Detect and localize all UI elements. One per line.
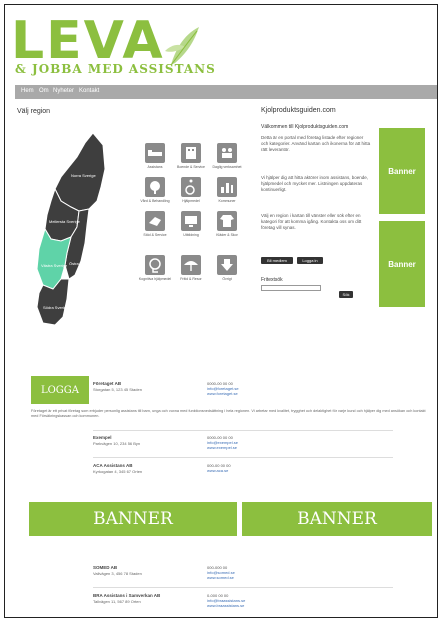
shirt-icon: [220, 215, 234, 227]
category-boende[interactable]: [181, 143, 201, 163]
category-label: Kläder & Skor: [216, 233, 238, 237]
misc-icon: [221, 259, 233, 271]
site-title: Kjolproduktsguiden.com: [261, 107, 336, 114]
intro-paragraph-2: Vi hjälper dig att hitta aktörer inom as…: [261, 175, 368, 192]
category-stod[interactable]: [145, 211, 165, 231]
category-utbildning[interactable]: [181, 211, 201, 231]
hand-icon: [149, 217, 161, 226]
sweden-map: Norra Sverige Mellersta Sverige Västra S…: [36, 132, 106, 326]
listing-web[interactable]: www.braassistans.se: [207, 603, 245, 608]
listing-contact: 000-000 00 info@somed.se www.somed.se: [207, 565, 235, 580]
listing-contact: 0000-00 00 00 info@exempel.se www.exempe…: [207, 435, 238, 450]
listing-logo-box: LOGGA: [31, 376, 89, 404]
search-input[interactable]: [261, 285, 321, 291]
page-frame: LEVA & JOBBA MED ASSISTANS Hem Om Nyhete…: [4, 4, 438, 618]
listing-contact: 000-00 00 00 www.aca.se: [207, 463, 231, 473]
listing-name[interactable]: BRA Assistans i Samverkan AB: [93, 593, 160, 598]
map-label-norra: Norra Sverige: [71, 173, 96, 178]
category-hjalpmedel[interactable]: [181, 177, 201, 197]
category-vard[interactable]: [145, 177, 165, 197]
head-icon: [149, 258, 161, 273]
listing-divider: [93, 430, 393, 431]
category-assistans[interactable]: [145, 143, 165, 163]
site-logo[interactable]: LEVA: [11, 15, 165, 67]
category-label: Vård & Behandling: [140, 199, 170, 203]
listing-web[interactable]: www.exempel.se: [207, 445, 238, 450]
content-banner-left[interactable]: BANNER: [29, 502, 237, 536]
wheelchair-icon: [185, 179, 195, 195]
map-label-ostra: Östra Sverige: [69, 261, 94, 266]
nav-item-contact[interactable]: Kontakt: [79, 88, 99, 94]
listing-address: Parkvägen 10, 234 56 Byn: [93, 441, 141, 446]
listing-divider: [93, 587, 393, 588]
listing-contact: 0000-00 00 00 info@foretaget.se www.fore…: [207, 381, 239, 396]
category-kommuner[interactable]: [217, 177, 237, 197]
listing-name[interactable]: Exempel: [93, 435, 112, 440]
listing-address: Vallvägen 3, 456 78 Staden: [93, 571, 142, 576]
building-icon: [186, 147, 196, 159]
category-label: Kognitiva hjälpmedel: [138, 277, 172, 281]
category-daglig[interactable]: [217, 143, 237, 163]
listing-web[interactable]: www.somed.se: [207, 575, 235, 580]
listing-divider: [93, 457, 393, 458]
listing-contact: 0-000 00 00 info@braassistans.se www.bra…: [207, 593, 245, 608]
category-ovrigt[interactable]: [217, 255, 237, 275]
chart-icon: [221, 183, 233, 193]
map-label-sodra: Södra Sverige: [43, 305, 69, 310]
map-label-vastra: Västra Sverige: [41, 263, 68, 268]
intro-paragraph-3: Välj en region i kartan till vänster ell…: [261, 213, 362, 230]
listing-name[interactable]: Företaget AB: [93, 381, 121, 386]
map-region-norra[interactable]: [54, 132, 106, 212]
search-button[interactable]: Sök: [339, 291, 353, 298]
listing-name[interactable]: ACA Assistans AB: [93, 463, 133, 468]
map-label-mellersta: Mellersta Sverige: [49, 219, 81, 224]
category-label: Daglig verksamhet: [212, 165, 242, 169]
category-kognitiva[interactable]: [145, 255, 165, 275]
nav-item-home[interactable]: Hem: [21, 88, 34, 94]
umbrella-icon: [184, 261, 198, 271]
welcome-heading: Välkommen till Kjolproduktsguiden.com: [261, 124, 349, 130]
computer-icon: [185, 216, 197, 227]
nav-item-about[interactable]: Om: [39, 88, 49, 94]
listing-web[interactable]: www.foretaget.se: [207, 391, 239, 396]
nav-item-news[interactable]: Nyheter: [53, 88, 74, 94]
side-banner-top[interactable]: Banner: [379, 128, 425, 214]
category-fritid[interactable]: [181, 255, 201, 275]
login-button[interactable]: Logga in: [297, 257, 323, 264]
site-slogan: & JOBBA MED ASSISTANS: [15, 62, 216, 76]
category-label: Assistans: [147, 165, 163, 169]
side-banner-bottom[interactable]: Banner: [379, 221, 425, 307]
listing-name[interactable]: SOMED AB: [93, 565, 117, 570]
region-title: Välj region: [17, 108, 51, 115]
category-label: Hjälpmedel: [182, 199, 200, 203]
category-label: Boende & Service: [176, 165, 206, 169]
nav-bar: Hem Om Nyheter Kontakt: [15, 85, 437, 99]
people-icon: [222, 148, 232, 158]
listing-address: Kyrkogatan 4, 345 67 Orten: [93, 469, 143, 474]
category-label: Kommuner: [218, 199, 236, 203]
listing-description: Företaget är ett privat företag som erbj…: [31, 409, 426, 418]
medical-icon: [150, 181, 160, 194]
listing-web[interactable]: www.aca.se: [207, 468, 231, 473]
listing-address: Storgatan 5, 123 45 Staden: [93, 387, 142, 392]
category-label: Utbildning: [183, 233, 199, 237]
intro-paragraph-1: Detta är en portal med företag listade e…: [261, 135, 371, 152]
listing-address: Tallvägen 11, 567 89 Orten: [93, 599, 141, 604]
category-label: Övrigt: [222, 277, 232, 281]
bed-icon: [148, 150, 162, 156]
category-label: Stöd & Service: [143, 233, 167, 237]
register-button[interactable]: Bli medlem: [261, 257, 293, 264]
category-klader[interactable]: [217, 211, 237, 231]
search-label: Fritextsök: [261, 277, 283, 283]
category-label: Fritid & Resor: [180, 277, 202, 281]
content-banner-right[interactable]: BANNER: [242, 502, 432, 536]
